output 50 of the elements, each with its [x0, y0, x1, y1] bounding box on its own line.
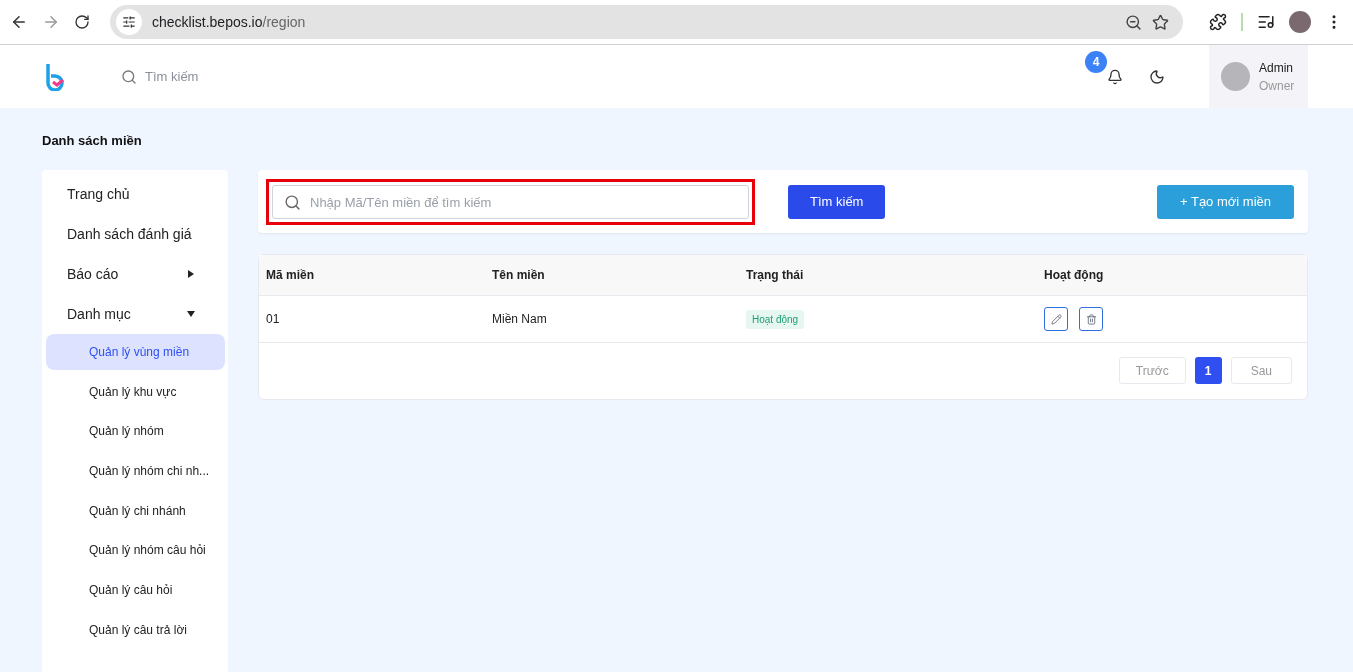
reload-icon[interactable]	[74, 14, 90, 30]
sidebar-item[interactable]: Báo cáo	[46, 254, 225, 294]
search-button[interactable]: Tìm kiếm	[788, 184, 886, 219]
search-field[interactable]: Nhập Mã/Tên miền để tìm kiếm	[272, 185, 749, 219]
page-title: Danh sách miền	[42, 133, 143, 148]
column-header: Mã miền	[259, 255, 485, 296]
column-header: Tên miền	[485, 255, 739, 296]
star-icon[interactable]	[1152, 13, 1169, 31]
user-role: Owner	[1259, 78, 1295, 93]
sidebar-subitem[interactable]: Quản lý khu vực	[46, 373, 225, 410]
sidebar-subitem[interactable]: Quản lý nhóm	[46, 413, 225, 450]
url-text: checklist.bepos.io/region	[152, 14, 307, 30]
sidebar-subitem[interactable]: Quản lý câu hỏi	[46, 572, 225, 609]
pencil-icon	[1050, 313, 1062, 325]
site-settings-icon[interactable]	[116, 9, 142, 35]
back-icon[interactable]	[10, 13, 28, 31]
sidebar-subitem[interactable]: Quản lý nhóm chi nh...	[46, 453, 225, 490]
search-icon[interactable]	[121, 68, 137, 85]
delete-button[interactable]	[1079, 307, 1103, 331]
sidebar-item[interactable]: Danh mục	[46, 294, 225, 334]
sidebar-subitem[interactable]: Quản lý nhóm câu hỏi	[46, 532, 225, 569]
user-name: Admin	[1259, 60, 1294, 75]
user-menu[interactable]: Admin Owner	[1209, 45, 1308, 108]
bell-icon[interactable]	[1107, 68, 1123, 85]
sidebar-subitem[interactable]: Quản lý câu trả lời	[46, 611, 225, 648]
extensions-icon[interactable]	[1209, 13, 1227, 31]
column-header: Hoạt động	[1037, 255, 1307, 296]
sidebar-item[interactable]: Trang chủ	[46, 174, 225, 214]
edit-button[interactable]	[1044, 307, 1068, 331]
page-button[interactable]: 1	[1194, 357, 1222, 384]
logo-icon	[45, 62, 67, 91]
avatar-circle	[1221, 62, 1250, 91]
moon-icon[interactable]	[1149, 68, 1165, 85]
media-icon[interactable]	[1257, 13, 1275, 31]
sidebar-subitem[interactable]: Quản lý chi nhánh	[46, 492, 225, 529]
profile-avatar[interactable]	[1289, 11, 1311, 33]
search-icon	[284, 194, 301, 211]
trash-icon	[1085, 313, 1097, 325]
forward-icon[interactable]	[42, 13, 60, 31]
sidebar-subitem[interactable]: Quản lý vùng miền	[46, 334, 225, 370]
table-cell: 01	[259, 296, 485, 343]
table-cell: Miền Nam	[485, 296, 739, 343]
zoom-out-icon[interactable]	[1125, 13, 1142, 31]
column-header: Trạng thái	[739, 255, 1037, 296]
menu-label: Danh mục	[67, 306, 131, 322]
address-bar[interactable]: checklist.bepos.io/region	[110, 5, 1183, 39]
notification-badge: 4	[1085, 50, 1107, 73]
sidebar-item[interactable]: Danh sách đánh giá	[46, 214, 225, 254]
status-tag: Hoạt động	[746, 309, 805, 329]
menu-label: Báo cáo	[67, 266, 119, 282]
